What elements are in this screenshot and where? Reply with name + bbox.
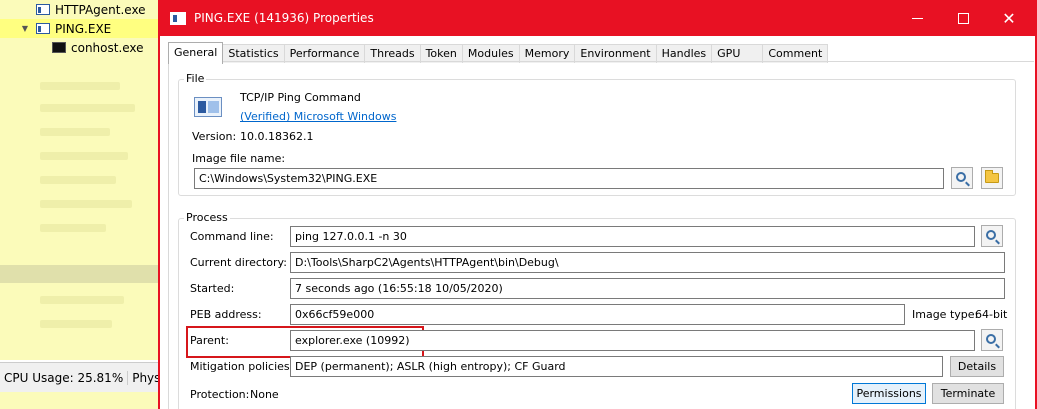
maximize-button[interactable] bbox=[940, 0, 986, 36]
image-type-label: Image type: bbox=[912, 308, 979, 321]
minimize-icon bbox=[911, 17, 923, 19]
terminate-button[interactable]: Terminate bbox=[932, 383, 1004, 404]
minimize-button[interactable] bbox=[894, 0, 940, 36]
blurred-row bbox=[40, 200, 132, 208]
close-icon: ✕ bbox=[1002, 8, 1016, 28]
properties-dialog: PING.EXE (141936) Properties ✕ General S… bbox=[158, 0, 1037, 409]
inspect-parent-button[interactable] bbox=[981, 329, 1003, 351]
cpu-usage-status: CPU Usage: 25.81% bbox=[0, 370, 129, 385]
magnifier-icon bbox=[986, 230, 996, 240]
process-group-label: Process bbox=[184, 211, 230, 224]
parent-label: Parent: bbox=[190, 334, 229, 347]
executable-icon bbox=[194, 97, 222, 117]
current-directory-label: Current directory: bbox=[190, 256, 287, 269]
mitigation-policies-label: Mitigation policies: bbox=[190, 360, 294, 373]
image-file-name-label: Image file name: bbox=[192, 152, 286, 165]
peb-address-field[interactable]: 0x66cf59e000 bbox=[290, 304, 905, 325]
started-field[interactable]: 7 seconds ago (16:55:18 10/05/2020) bbox=[290, 278, 1005, 299]
mitigation-policies-field[interactable]: DEP (permanent); ASLR (high entropy); CF… bbox=[290, 356, 943, 377]
protection-value: None bbox=[250, 388, 279, 401]
title-bar[interactable]: PING.EXE (141936) Properties ✕ bbox=[160, 0, 1035, 36]
tree-bottom-strip bbox=[0, 392, 160, 409]
inspect-image-button[interactable] bbox=[951, 167, 973, 189]
current-directory-field[interactable]: D:\Tools\SharpC2\Agents\HTTPAgent\bin\De… bbox=[290, 252, 1005, 273]
status-bar: CPU Usage: 25.81% Physical m bbox=[0, 362, 197, 392]
app-window-icon bbox=[36, 4, 50, 15]
close-button[interactable]: ✕ bbox=[986, 0, 1032, 36]
tab-strip: General Statistics Performance Threads T… bbox=[168, 42, 829, 64]
blurred-row bbox=[40, 320, 112, 328]
console-icon bbox=[52, 42, 66, 53]
details-button[interactable]: Details bbox=[950, 356, 1004, 377]
protection-label: Protection: bbox=[190, 388, 250, 401]
app-window-icon bbox=[170, 11, 186, 25]
blurred-row bbox=[40, 104, 135, 112]
magnifier-icon bbox=[956, 172, 966, 182]
image-type-value: 64-bit bbox=[975, 308, 1008, 321]
inspect-command-line-button[interactable] bbox=[981, 225, 1003, 247]
selected-row-blurred bbox=[0, 265, 160, 283]
file-group-label: File bbox=[184, 72, 207, 85]
process-tree-background: HTTPAgent.exe ▼ PING.EXE conhost.exe bbox=[0, 0, 160, 360]
command-line-label: Command line: bbox=[190, 230, 274, 243]
magnifier-icon bbox=[986, 334, 996, 344]
image-file-name-field[interactable]: C:\Windows\System32\PING.EXE bbox=[194, 168, 944, 189]
blurred-row bbox=[40, 82, 120, 90]
blurred-row bbox=[40, 296, 124, 304]
permissions-button[interactable]: Permissions bbox=[852, 383, 926, 404]
app-window-icon bbox=[36, 23, 50, 34]
maximize-icon bbox=[957, 12, 969, 24]
tree-item-ping[interactable]: ▼ PING.EXE bbox=[0, 19, 160, 38]
tree-item-httpagent[interactable]: HTTPAgent.exe bbox=[0, 0, 160, 19]
blurred-row bbox=[40, 152, 128, 160]
tree-item-conhost[interactable]: conhost.exe bbox=[0, 38, 160, 57]
parent-field[interactable]: explorer.exe (10992) bbox=[290, 330, 975, 351]
blurred-row bbox=[40, 128, 110, 136]
verified-company-link[interactable]: (Verified) Microsoft Windows bbox=[240, 110, 396, 123]
version-value: 10.0.18362.1 bbox=[240, 130, 314, 143]
file-description: TCP/IP Ping Command bbox=[240, 91, 361, 104]
tab-general[interactable]: General bbox=[168, 42, 224, 64]
open-file-location-button[interactable] bbox=[981, 167, 1003, 189]
expand-chevron-icon[interactable]: ▼ bbox=[20, 24, 30, 33]
peb-address-label: PEB address: bbox=[190, 308, 262, 321]
started-label: Started: bbox=[190, 282, 235, 295]
command-line-field[interactable]: ping 127.0.0.1 -n 30 bbox=[290, 226, 975, 247]
blurred-row bbox=[40, 224, 106, 232]
folder-icon bbox=[985, 170, 999, 183]
blurred-row bbox=[40, 176, 116, 184]
dialog-title: PING.EXE (141936) Properties bbox=[194, 11, 374, 25]
version-label: Version: bbox=[192, 130, 237, 143]
